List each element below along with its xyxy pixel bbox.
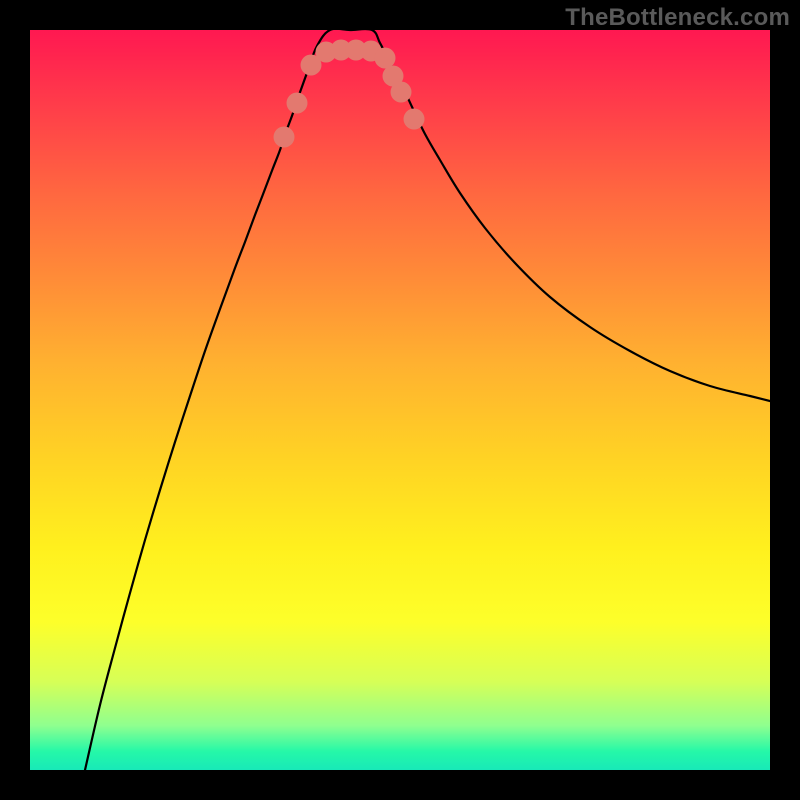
valley-markers <box>274 40 425 148</box>
curve-line <box>85 30 770 770</box>
valley-dot <box>375 48 396 69</box>
bottleneck-curve <box>85 30 770 770</box>
valley-dot <box>404 109 425 130</box>
chart-svg <box>30 30 770 770</box>
chart-frame: TheBottleneck.com <box>0 0 800 800</box>
valley-dot <box>391 82 412 103</box>
chart-plot-area <box>30 30 770 770</box>
watermark-text: TheBottleneck.com <box>565 4 790 32</box>
valley-dot <box>287 93 308 114</box>
valley-dot <box>274 127 295 148</box>
